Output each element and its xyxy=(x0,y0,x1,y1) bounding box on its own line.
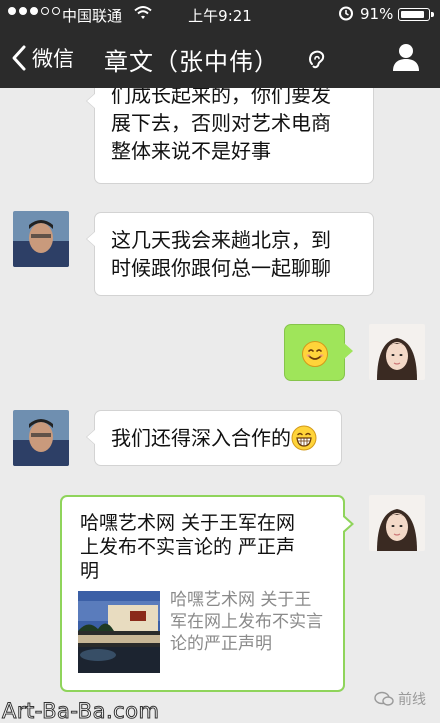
back-button[interactable]: 微信 xyxy=(10,42,74,74)
contact-profile-icon[interactable] xyxy=(392,42,420,72)
contact-avatar[interactable] xyxy=(13,410,69,466)
message-text: 整体来说不是好事 xyxy=(111,139,271,163)
smile-emoji-icon xyxy=(302,341,328,367)
card-title-line: 上发布不实言论的 严正声 xyxy=(80,536,296,558)
card-desc-line: 哈嘿艺术网 关于王 xyxy=(170,590,312,610)
grin-emoji-icon xyxy=(291,425,317,451)
message-text: 这几天我会来趟北京，到 xyxy=(111,228,331,252)
my-avatar[interactable] xyxy=(369,495,425,551)
message-text: 时候跟你跟何总一起聊聊 xyxy=(111,256,331,280)
card-thumbnail xyxy=(78,591,160,673)
watermark-logo: 前线 xyxy=(374,689,426,709)
message-text: 展下去，否则对艺术电商 xyxy=(111,111,331,135)
message-bubble[interactable] xyxy=(284,324,353,381)
message-text: 们成长起来的，你们要发 xyxy=(111,88,331,107)
back-label: 微信 xyxy=(32,47,74,71)
message-text: 我们还得深入合作的 xyxy=(111,424,331,452)
card-title-line: 哈嘿艺术网 关于王军在网 xyxy=(80,512,296,534)
battery-icon xyxy=(398,8,434,21)
status-bar: 中国联通 上午9:21 91% xyxy=(0,0,440,28)
contact-avatar[interactable] xyxy=(13,211,69,267)
message-text-content: 我们还得深入合作的 xyxy=(111,426,291,450)
my-avatar[interactable] xyxy=(369,324,425,380)
card-desc-line: 军在网上发布不实言 xyxy=(170,612,323,632)
earpiece-mode-icon xyxy=(309,50,325,69)
watermark-logo-text: 前线 xyxy=(398,692,426,708)
battery-percent: 91% xyxy=(360,5,394,23)
card-title-line: 明 xyxy=(80,560,100,582)
watermark-site: Art-Ba-Ba.com xyxy=(1,699,160,723)
card-description: 哈嘿艺术网 关于王 军在网上发布不实言 论的严正声明 xyxy=(170,589,323,655)
chat-title: 章文（张中伟） xyxy=(104,48,279,76)
message-bubble[interactable]: 们成长起来的，你们要发 展下去，否则对艺术电商 整体来说不是好事 xyxy=(86,88,374,184)
chevron-left-icon xyxy=(12,45,26,71)
message-bubble[interactable]: 我们还得深入合作的 xyxy=(86,410,342,466)
message-bubble[interactable]: 这几天我会来趟北京，到 时候跟你跟何总一起聊聊 xyxy=(86,212,374,296)
chat-message-list[interactable]: 们成长起来的，你们要发 展下去，否则对艺术电商 整体来说不是好事 这几天我会来趟… xyxy=(0,88,440,723)
card-desc-line: 论的严正声明 xyxy=(170,634,272,654)
wechat-logo-icon xyxy=(374,691,394,706)
nav-bar: 微信 章文（张中伟） xyxy=(0,28,440,88)
shared-article-card[interactable]: 哈嘿艺术网 关于王军在网 上发布不实言论的 严正声 明 哈嘿艺术网 关于王 军在… xyxy=(60,495,354,692)
alarm-icon xyxy=(339,6,353,21)
